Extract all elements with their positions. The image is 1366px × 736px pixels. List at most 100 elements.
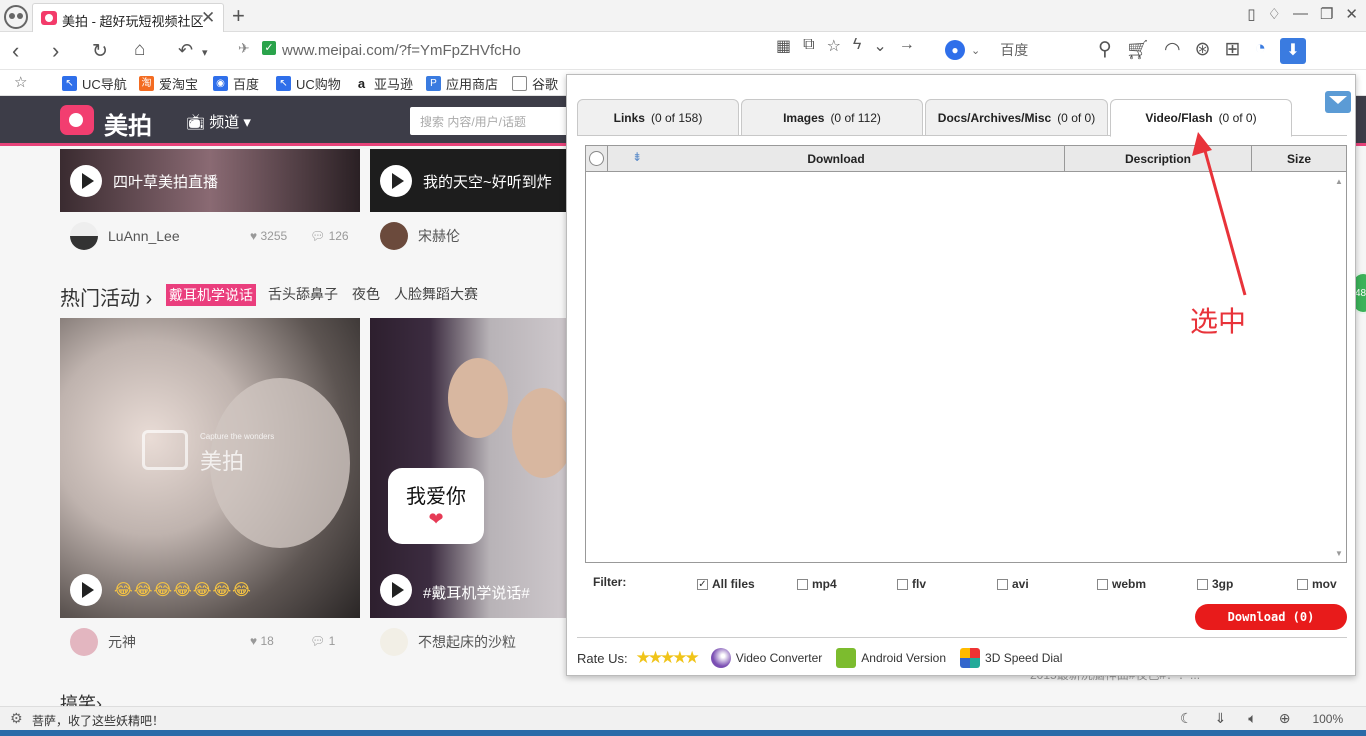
- author-name[interactable]: LuAnn_Lee: [108, 228, 180, 244]
- video-author[interactable]: 宋赫伦: [380, 222, 460, 250]
- hot-tag[interactable]: 夜色: [352, 284, 380, 304]
- tab-docs[interactable]: Docs/Archives/Misc (0 of 0): [925, 99, 1108, 136]
- video-thumbnail[interactable]: 四叶草美拍直播: [60, 149, 360, 212]
- undo-dropdown-icon[interactable]: ▾: [202, 46, 208, 59]
- video-author[interactable]: LuAnn_Lee: [70, 222, 180, 250]
- mail-icon[interactable]: [1325, 91, 1351, 113]
- video-author[interactable]: 不想起床的沙粒: [380, 628, 516, 656]
- download-button[interactable]: Download (0): [1195, 604, 1347, 630]
- scroll-down-icon[interactable]: ▼: [1335, 549, 1343, 558]
- home-icon[interactable]: ⌂: [134, 39, 145, 61]
- video-thumbnail[interactable]: 我的天空~好听到炸: [370, 149, 570, 212]
- go-arrow-icon[interactable]: →: [899, 36, 915, 56]
- hot-tag[interactable]: 舌头舔鼻子: [268, 284, 338, 304]
- checkbox[interactable]: [1197, 578, 1208, 590]
- play-icon[interactable]: [70, 165, 102, 197]
- bookmark-app-store[interactable]: P 应用商店: [426, 74, 498, 93]
- list-scrollbar[interactable]: ▲ ▼: [1332, 173, 1346, 562]
- tab-images[interactable]: Images (0 of 112): [741, 99, 923, 136]
- browser-tab-active[interactable]: 美拍 - 超好玩短视频社区 ✕: [32, 3, 224, 32]
- avatar[interactable]: [380, 628, 408, 656]
- close-tab-icon[interactable]: ✕: [201, 8, 215, 28]
- bookmark-baidu[interactable]: ◉ 百度: [213, 74, 259, 93]
- skin-icon[interactable]: ♢: [1268, 5, 1281, 23]
- settings-gear-icon[interactable]: ⚙: [10, 710, 23, 727]
- avatar[interactable]: [70, 222, 98, 250]
- hot-tag-active[interactable]: 戴耳机学说话: [166, 284, 256, 306]
- checkbox[interactable]: [1297, 578, 1308, 590]
- comment-count[interactable]: 💬︎ 1: [310, 634, 335, 648]
- filter-all-files[interactable]: ✓ All files: [697, 577, 755, 591]
- restore-icon[interactable]: ❐: [1320, 5, 1333, 23]
- site-name[interactable]: 美拍: [104, 106, 152, 141]
- bookmark-amazon[interactable]: a 亚马逊: [354, 74, 413, 93]
- sync-icon[interactable]: ◔: [1254, 38, 1265, 64]
- status-text[interactable]: 菩萨，收了这些妖精吧！: [32, 712, 164, 729]
- url-text[interactable]: www.meipai.com/?f=YmFpZHVfcHo: [282, 42, 521, 59]
- avatar[interactable]: [380, 222, 408, 250]
- meipai-logo-icon[interactable]: [60, 105, 94, 135]
- site-search-input[interactable]: 搜索 内容/用户/话题: [410, 107, 570, 135]
- apps-grid-icon[interactable]: ⊞: [1225, 38, 1241, 64]
- back-icon[interactable]: ‹: [12, 38, 19, 64]
- new-tab-icon[interactable]: +: [232, 3, 245, 29]
- video-thumbnail[interactable]: Capture the wonders 美拍 😂😂😂😂😂😂😂: [60, 318, 360, 618]
- downloads-icon[interactable]: ⇓: [1215, 710, 1227, 727]
- minimize-icon[interactable]: —: [1293, 5, 1308, 23]
- hot-events-title[interactable]: 热门活动 ›: [60, 282, 152, 311]
- like-count[interactable]: ♥ 18: [250, 634, 274, 648]
- section-title[interactable]: 搞笑›: [60, 690, 102, 706]
- engine-dropdown-icon[interactable]: ⌄: [971, 44, 980, 57]
- bookmark-uc-nav[interactable]: ↖ UC导航: [62, 74, 127, 93]
- author-name[interactable]: 不想起床的沙粒: [418, 632, 516, 652]
- favorite-star-icon[interactable]: ☆: [827, 36, 841, 56]
- select-all-radio[interactable]: [589, 151, 604, 166]
- sidebar-toggle-icon[interactable]: ▯: [1247, 5, 1255, 23]
- bookmark-ai-taobao[interactable]: 淘 爱淘宝: [139, 74, 198, 93]
- rating-stars-icon[interactable]: ★★★★★: [636, 648, 700, 668]
- video-converter-link[interactable]: Video Converter: [710, 648, 822, 668]
- filter-flv[interactable]: flv: [897, 577, 926, 591]
- android-version-link[interactable]: Android Version: [836, 648, 946, 668]
- checkbox[interactable]: [997, 578, 1008, 590]
- forward-icon[interactable]: ›: [52, 38, 59, 64]
- bookmark-google[interactable]: 谷歌: [512, 74, 558, 93]
- filter-mov[interactable]: mov: [1297, 577, 1337, 591]
- bookmark-uc-shopping[interactable]: ↖ UC购物: [276, 74, 341, 93]
- author-name[interactable]: 宋赫伦: [418, 226, 460, 246]
- filter-mp4[interactable]: mp4: [797, 577, 837, 591]
- flash-icon[interactable]: ϟ: [853, 36, 861, 56]
- checkbox-checked[interactable]: ✓: [697, 578, 708, 590]
- search-engine-selector[interactable]: ● ⌄ 百度: [945, 40, 1028, 60]
- like-count[interactable]: ♥ 3255: [250, 229, 287, 243]
- column-size[interactable]: Size: [1252, 146, 1346, 172]
- speed-dial-link[interactable]: 3D Speed Dial: [960, 648, 1062, 668]
- checkbox[interactable]: [1097, 578, 1108, 590]
- ad-block-icon[interactable]: ⊛: [1195, 38, 1211, 64]
- comment-count[interactable]: 💬︎ 126: [310, 229, 349, 243]
- night-mode-icon[interactable]: ☾: [1180, 710, 1193, 727]
- security-check-icon[interactable]: ✓: [262, 41, 276, 55]
- cart-icon[interactable]: 🛒︎: [1126, 38, 1150, 64]
- volume-icon[interactable]: 🔈︎: [1248, 710, 1256, 727]
- qr-code-icon[interactable]: ▦: [776, 36, 791, 56]
- tab-links[interactable]: Links (0 of 158): [577, 99, 739, 136]
- more-chevron-icon[interactable]: ⌄: [873, 36, 886, 56]
- search-engine-label[interactable]: 百度: [1000, 40, 1028, 60]
- checkbox[interactable]: [797, 578, 808, 590]
- play-icon[interactable]: [70, 574, 102, 606]
- avatar[interactable]: [70, 628, 98, 656]
- play-icon[interactable]: [380, 574, 412, 606]
- video-thumbnail[interactable]: 我爱你 ❤ #戴耳机学说话#: [370, 318, 570, 618]
- filter-webm[interactable]: webm: [1097, 577, 1146, 591]
- undo-close-icon[interactable]: ↶: [178, 40, 193, 61]
- filter-avi[interactable]: avi: [997, 577, 1029, 591]
- zoom-level[interactable]: 100%: [1312, 710, 1343, 727]
- translate-icon[interactable]: ⧉: [803, 36, 814, 56]
- wifi-icon[interactable]: ◠: [1164, 38, 1181, 64]
- video-author[interactable]: 元神: [70, 628, 136, 656]
- bookmark-star-icon[interactable]: ☆: [14, 73, 27, 91]
- author-name[interactable]: 元神: [108, 632, 136, 652]
- zoom-icon[interactable]: ⊕: [1279, 710, 1291, 727]
- scroll-up-icon[interactable]: ▲: [1335, 177, 1343, 186]
